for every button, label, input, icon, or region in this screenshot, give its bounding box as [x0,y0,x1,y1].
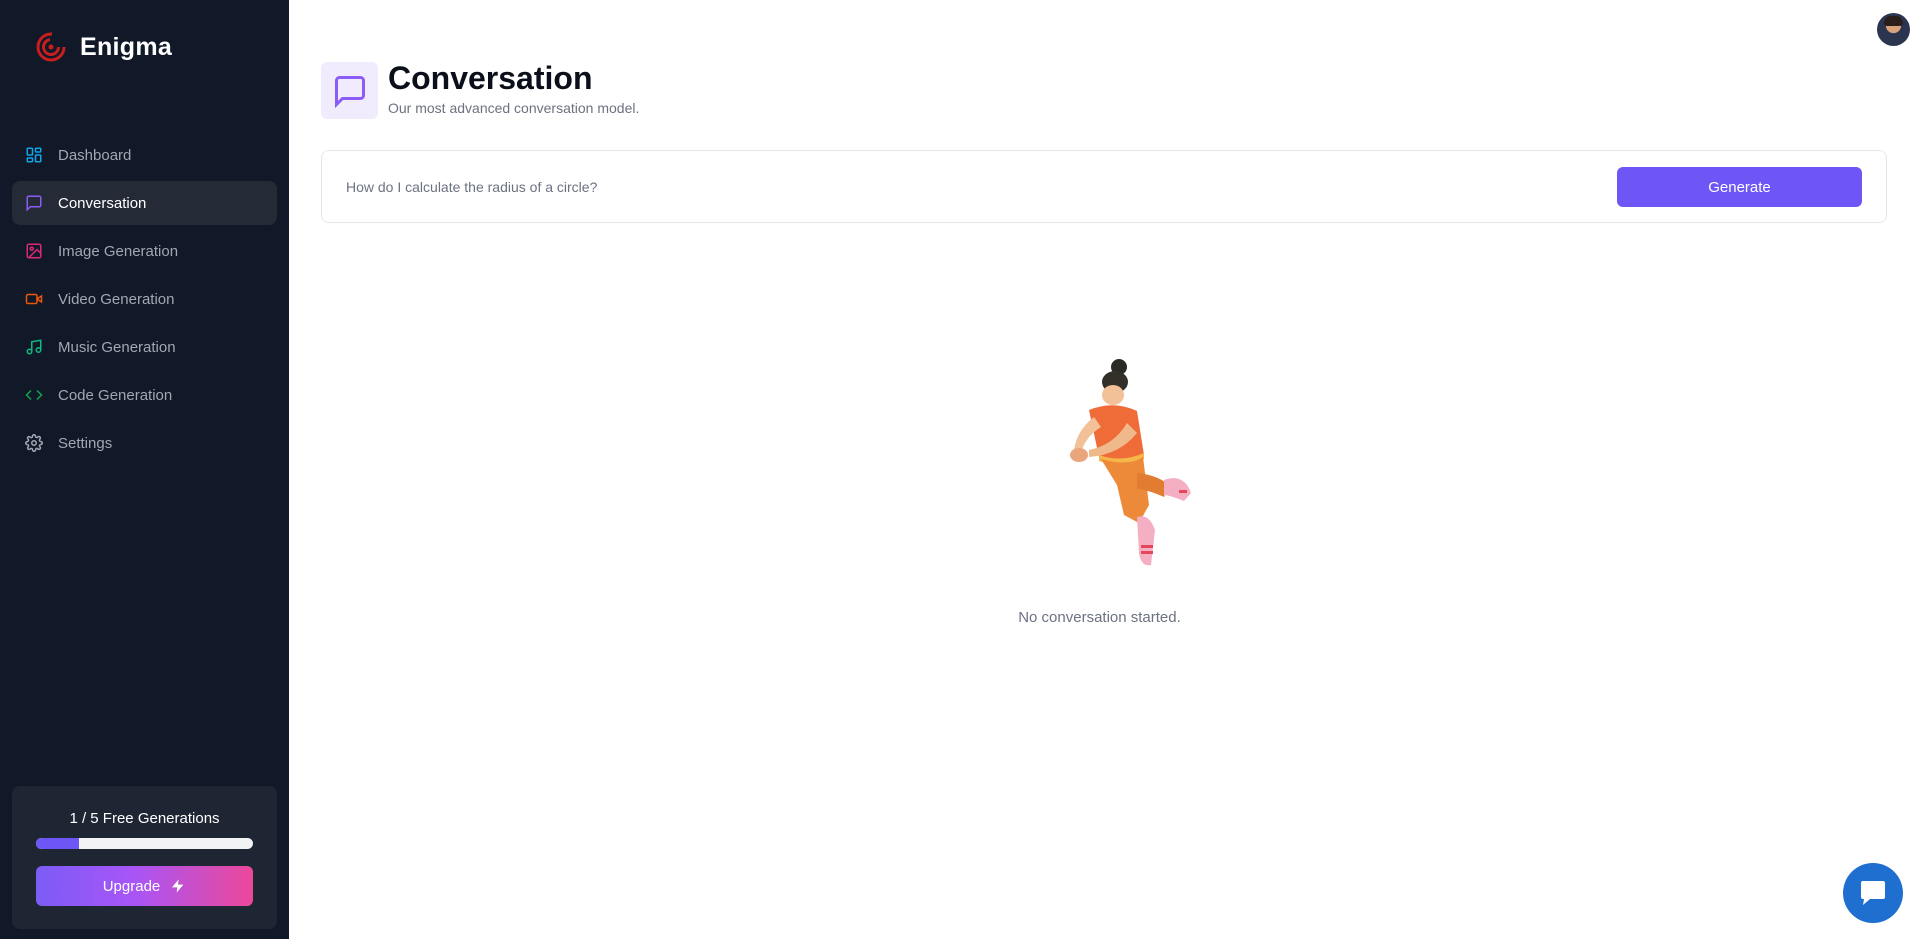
usage-progress-fill [36,838,80,849]
sidebar-nav: Dashboard Conversation Image Generation … [12,133,277,469]
empty-state-text: No conversation started. [1018,609,1181,626]
user-avatar[interactable] [1877,13,1910,46]
gear-icon [24,433,44,453]
usage-progress-bar [36,838,253,849]
sidebar-item-settings[interactable]: Settings [12,421,277,465]
avatar-hair [1884,16,1903,26]
code-icon [24,385,44,405]
chat-icon [1861,881,1885,905]
brand[interactable]: Enigma [34,30,172,64]
sidebar-item-dashboard[interactable]: Dashboard [12,133,277,177]
prompt-form: Generate [321,150,1887,223]
sidebar-item-code-generation[interactable]: Code Generation [12,373,277,417]
brand-logo-icon [36,32,66,62]
page-icon-box [321,62,378,119]
message-square-icon [24,193,44,213]
message-square-icon [334,75,365,108]
page-subtitle: Our most advanced conversation model. [388,100,640,116]
music-icon [24,337,44,357]
usage-card: 1 / 5 Free Generations Upgrade [12,786,277,929]
upgrade-button[interactable]: Upgrade [36,866,253,906]
chat-widget-button[interactable] [1843,863,1903,923]
image-icon [24,241,44,261]
sidebar-item-label: Dashboard [58,146,132,164]
page-title: Conversation [388,60,593,96]
sidebar-item-label: Settings [58,434,113,452]
app-root: Enigma Dashboard Conversation Image Gene… [0,0,1910,939]
sidebar-item-label: Conversation [58,194,147,212]
upgrade-button-label: Upgrade [102,877,161,895]
prompt-input[interactable] [346,173,1346,201]
sidebar-item-label: Code Generation [58,386,173,404]
video-icon [24,289,44,309]
sidebar-item-label: Video Generation [58,290,175,308]
usage-counter: 1 / 5 Free Generations [69,810,220,827]
generate-button[interactable]: Generate [1617,167,1862,207]
main-content: Conversation Our most advanced conversat… [289,0,1910,939]
sidebar-item-image-generation[interactable]: Image Generation [12,229,277,273]
sidebar-item-label: Image Generation [58,242,179,260]
sidebar-item-conversation[interactable]: Conversation [12,181,277,225]
zap-icon [172,879,184,893]
dashboard-icon [24,145,44,165]
sidebar-item-video-generation[interactable]: Video Generation [12,277,277,321]
sidebar: Enigma Dashboard Conversation Image Gene… [0,0,289,939]
brand-name: Enigma [80,32,173,61]
sidebar-item-music-generation[interactable]: Music Generation [12,325,277,369]
sidebar-item-label: Music Generation [58,338,176,356]
empty-state-illustration [1070,359,1191,566]
